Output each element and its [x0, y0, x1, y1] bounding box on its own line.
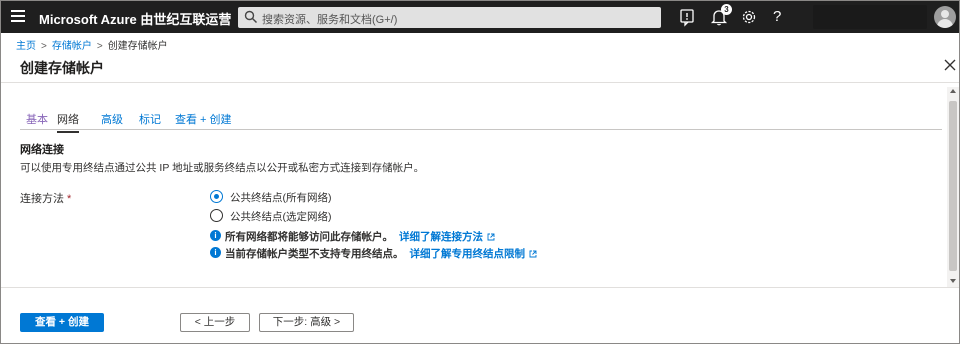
- tab-review-create[interactable]: 查看 + 创建: [175, 111, 232, 131]
- required-marker: *: [67, 193, 72, 205]
- scroll-down-arrow-icon[interactable]: [950, 279, 956, 283]
- learn-more-private-endpoint-link[interactable]: 详细了解专用终结点限制: [410, 248, 538, 260]
- section-description: 可以使用专用终结点通过公共 IP 地址或服务终结点以公开或私密方式连接到存储帐户…: [20, 162, 425, 174]
- radio-public-selected-networks[interactable]: 公共终结点(选定网络): [210, 209, 430, 224]
- previous-button[interactable]: < 上一步: [180, 313, 250, 332]
- info-text: 当前存储帐户类型不支持专用终结点。: [225, 248, 404, 260]
- brand-title[interactable]: Microsoft Azure 由世纪互联运营: [39, 9, 231, 28]
- menu-icon[interactable]: [11, 10, 25, 24]
- notification-badge: 3: [721, 4, 732, 15]
- cloud-shell-button[interactable]: [677, 7, 697, 27]
- close-icon[interactable]: [943, 58, 957, 72]
- feedback-icon: [680, 9, 694, 27]
- radio-button-checked[interactable]: [210, 190, 223, 203]
- page-title: 创建存储帐户: [20, 60, 104, 76]
- account-info[interactable]: [813, 5, 927, 29]
- radio-public-all-networks[interactable]: 公共终结点(所有网络): [210, 190, 430, 205]
- breadcrumb-storage-accounts[interactable]: 存储帐户: [52, 41, 92, 52]
- header-divider: [1, 82, 959, 83]
- tab-tags[interactable]: 标记: [139, 111, 161, 131]
- gear-icon: [742, 10, 756, 24]
- scroll-up-arrow-icon[interactable]: [950, 89, 956, 93]
- footer-divider: [1, 287, 959, 288]
- review-create-button[interactable]: 查看 + 创建: [20, 313, 104, 332]
- next-button[interactable]: 下一步: 高级 >: [259, 313, 354, 332]
- info-icon: i: [210, 247, 221, 258]
- scrollbar-thumb[interactable]: [949, 101, 957, 271]
- search-icon: [244, 10, 258, 24]
- link-text[interactable]: 详细了解专用终结点限制: [410, 248, 526, 260]
- info-text: 所有网络都将能够访问此存储帐户。: [225, 231, 393, 243]
- breadcrumb-separator: >: [41, 41, 47, 52]
- top-bar: Microsoft Azure 由世纪互联运营 搜索资源、服务和文档(G+/) …: [1, 1, 959, 33]
- radio-label: 公共终结点(选定网络): [230, 211, 332, 223]
- breadcrumb-separator: >: [96, 41, 103, 52]
- notifications-button[interactable]: 3: [709, 4, 732, 27]
- portal-window: Microsoft Azure 由世纪互联运营 搜索资源、服务和文档(G+/) …: [0, 0, 960, 344]
- breadcrumb-home[interactable]: 主页: [16, 41, 36, 52]
- tab-basics[interactable]: 基本: [26, 111, 48, 131]
- learn-more-connectivity-link[interactable]: 详细了解连接方法: [399, 231, 495, 243]
- radio-button-unchecked[interactable]: [210, 209, 223, 222]
- settings-button[interactable]: [739, 7, 759, 27]
- link-text[interactable]: 详细了解连接方法: [399, 231, 483, 243]
- connectivity-method-label-text: 连接方法: [20, 193, 64, 205]
- connectivity-method-label: 连接方法 *: [20, 190, 71, 206]
- radio-label: 公共终结点(所有网络): [230, 192, 332, 204]
- section-title: 网络连接: [20, 144, 64, 156]
- breadcrumb-current: 创建存储帐户: [107, 41, 168, 52]
- tabs-divider: [20, 129, 942, 130]
- scrollbar[interactable]: [947, 87, 959, 287]
- help-icon[interactable]: ?: [773, 8, 781, 25]
- search-placeholder: 搜索资源、服务和文档(G+/): [262, 14, 398, 26]
- breadcrumb: 主页 > 存储帐户 > 创建存储帐户: [16, 37, 168, 52]
- external-link-icon: [487, 233, 495, 241]
- info-icon: i: [210, 230, 221, 241]
- avatar[interactable]: [934, 6, 956, 28]
- search-box[interactable]: 搜索资源、服务和文档(G+/): [238, 7, 661, 28]
- external-link-icon: [529, 250, 537, 258]
- tab-advanced[interactable]: 高级: [101, 111, 123, 131]
